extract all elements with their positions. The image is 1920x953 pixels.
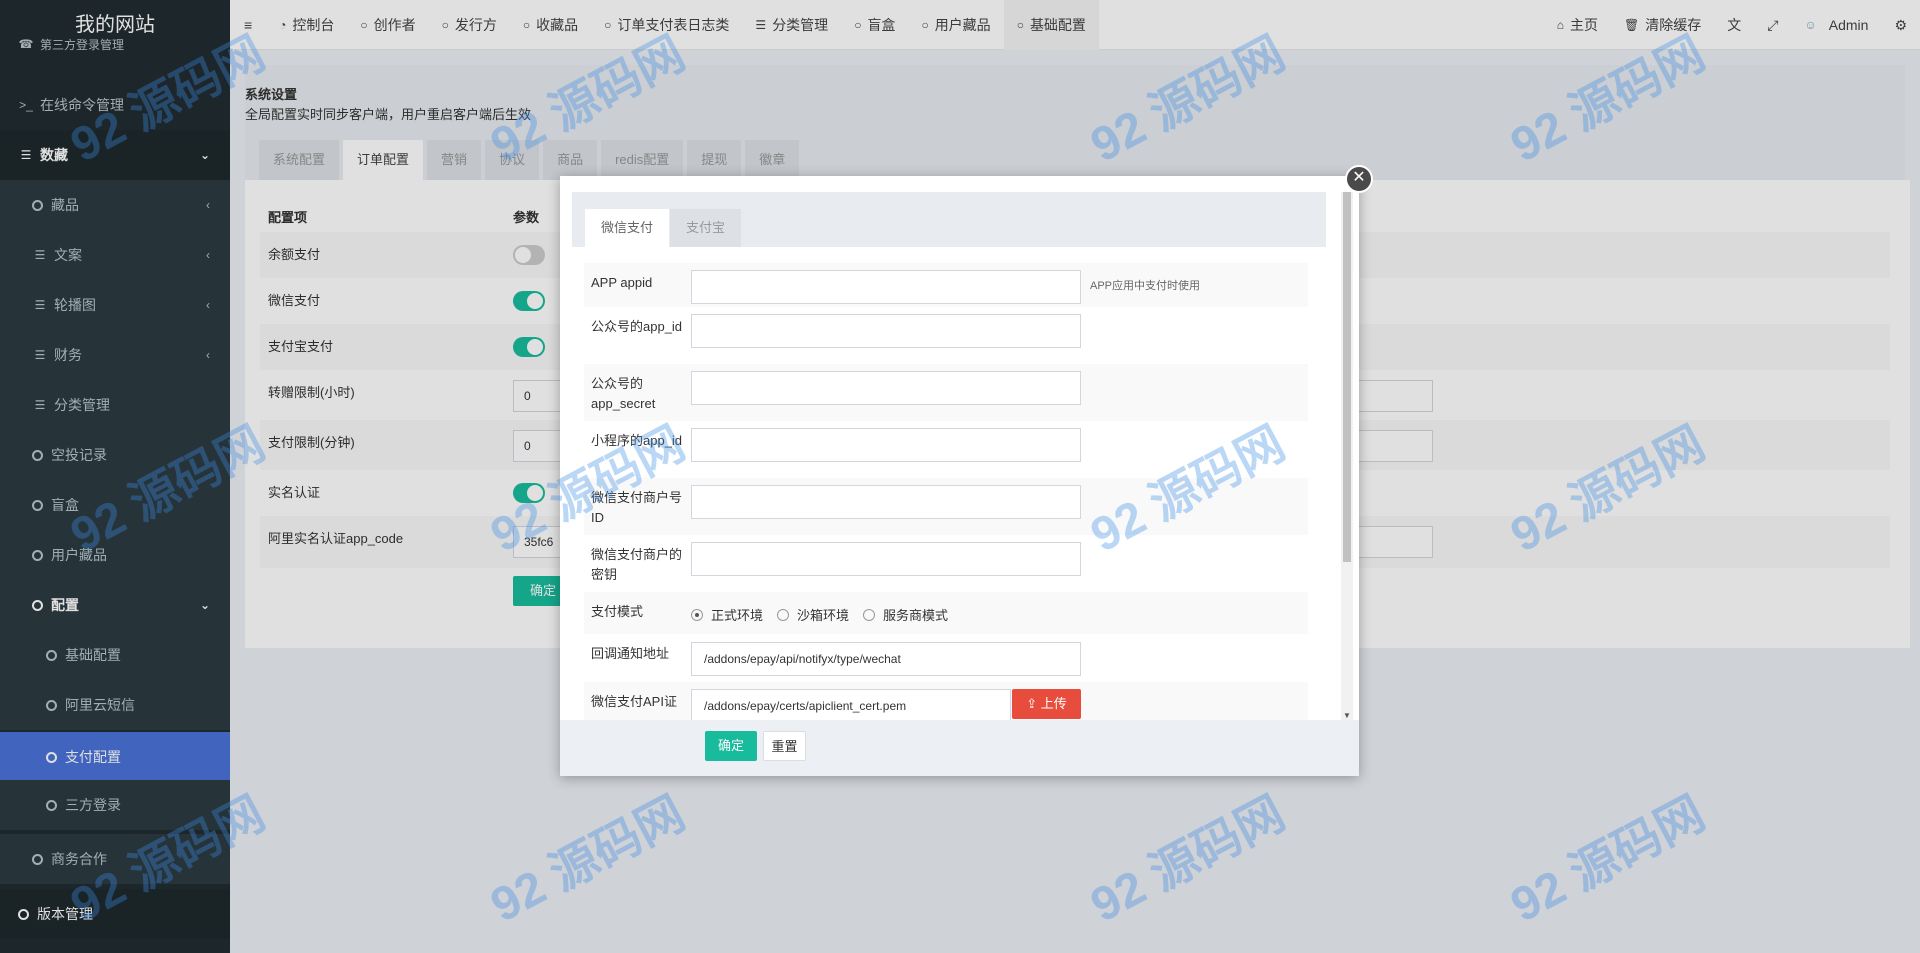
mch-key-input[interactable] [691,542,1081,576]
radio-sandbox[interactable] [777,608,790,621]
field-label: 支付模式 [591,604,644,619]
help-text: APP应用中支付时使用 [1090,280,1201,292]
modal-footer: 确定 重置 [560,720,1359,776]
form-row: 公众号的app_secret [584,364,1308,421]
upload-icon: ⇪ [1026,696,1041,711]
field-label: 微信支付商户的密钥 [591,547,683,582]
modal-tabs: 微信支付 支付宝 [572,192,1326,247]
field-label: 公众号的app_secret [591,376,656,411]
upload-button[interactable]: ⇪ 上传 [1012,689,1081,719]
form-row: 支付模式 正式环境 沙箱环境 服务商模式 [584,592,1308,634]
mp-app-secret-input[interactable] [691,371,1081,405]
tab-wechat-pay[interactable]: 微信支付 [585,209,670,247]
modal-body: 微信支付 支付宝 APP appid APP应用中支付时使用 公众号的app_i… [572,192,1337,720]
close-icon[interactable]: ✕ [1345,165,1373,193]
radio-service-provider[interactable] [863,608,876,621]
miniapp-appid-input[interactable] [691,428,1081,462]
field-label: 微信支付商户号ID [591,490,683,525]
form-row: 回调通知地址 /addons/epay/api/notifyx/type/wec… [584,634,1308,682]
modal-confirm-button[interactable]: 确定 [705,731,757,761]
field-label: 微信支付API证 [591,694,677,709]
pay-config-modal: 微信支付 支付宝 APP appid APP应用中支付时使用 公众号的app_i… [560,176,1359,776]
field-label: APP appid [591,275,653,290]
field-label: 回调通知地址 [591,646,670,661]
form-row: 小程序的app_id [584,421,1308,478]
form-row: 公众号的app_id [584,307,1308,364]
form-row: 微信支付API证 /addons/epay/certs/apiclient_ce… [584,682,1308,720]
mch-id-input[interactable] [691,485,1081,519]
pay-mode-radios: 正式环境 沙箱环境 服务商模式 [691,605,948,624]
form-row: 微信支付商户号ID [584,478,1308,535]
field-label: 公众号的app_id [591,319,683,334]
tab-alipay[interactable]: 支付宝 [670,209,742,247]
cert-path-input[interactable]: /addons/epay/certs/apiclient_cert.pem [691,689,1011,720]
modal-reset-button[interactable]: 重置 [763,731,806,761]
radio-label: 服务商模式 [883,608,949,623]
app-appid-input[interactable] [691,270,1081,304]
radio-production[interactable] [691,608,703,621]
form-row: APP appid APP应用中支付时使用 [584,263,1308,307]
notify-url-input[interactable]: /addons/epay/api/notifyx/type/wechat [691,642,1081,676]
field-label: 小程序的app_id [591,433,683,448]
radio-label: 沙箱环境 [797,608,850,623]
modal-scrollbar[interactable]: ▼ [1341,192,1353,720]
mp-appid-input[interactable] [691,314,1081,348]
radio-label: 正式环境 [711,608,764,623]
form-row: 微信支付商户的密钥 [584,535,1308,592]
